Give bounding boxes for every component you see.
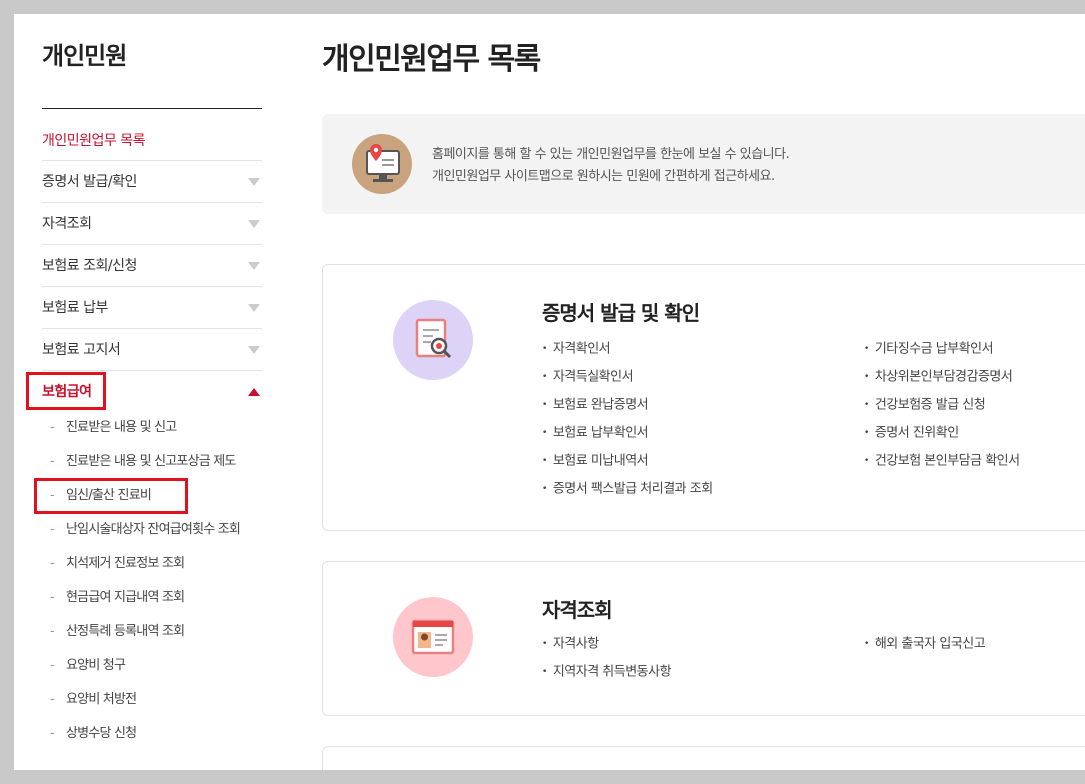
- submenu-item[interactable]: 상병수당 신청: [42, 719, 262, 753]
- link-item[interactable]: 건강보험증 발급 신청: [864, 391, 1020, 419]
- submenu-item[interactable]: 난임시술대상자 잔여급여횟수 조회: [42, 515, 262, 549]
- submenu-item[interactable]: 치석제거 진료정보 조회: [42, 549, 262, 583]
- highlight-box-pregnancy: [34, 478, 188, 514]
- link-item[interactable]: 자격확인서: [542, 335, 713, 363]
- submenu-item[interactable]: 요양비 처방전: [42, 685, 262, 719]
- link-item[interactable]: 자격득실확인서: [542, 363, 713, 391]
- sidebar-item-premium-payment[interactable]: 보험료 납부: [42, 287, 262, 329]
- sidebar-item-list[interactable]: 개인민원업무 목록: [42, 109, 262, 161]
- page: 개인민원 개인민원업무 목록 증명서 발급/확인 자격조회 보험료 조회/신청 …: [14, 14, 1085, 770]
- highlight-box-benefits: [26, 372, 106, 410]
- card-title: 자격조회: [542, 598, 613, 622]
- chevron-up-icon: [248, 388, 260, 396]
- chevron-down-icon: [248, 346, 260, 354]
- main-content: 개인민원업무 목록 홈페이지를 통해 할 수 있는 개인민원업무를 한눈에 보실…: [322, 14, 1085, 770]
- link-item[interactable]: 기타징수금 납부확인서: [864, 335, 1020, 363]
- card-certificates: 증명서 발급 및 확인 자격확인서 자격득실확인서 보험료 완납증명서 보험료 …: [322, 264, 1085, 531]
- link-item[interactable]: 보험료 미납내역서: [542, 447, 713, 475]
- benefits-submenu: 진료받은 내용 및 신고 진료받은 내용 및 신고포상금 제도 임신/출산 진료…: [42, 413, 262, 753]
- link-item[interactable]: 증명서 진위확인: [864, 419, 1020, 447]
- chevron-down-icon: [248, 220, 260, 228]
- link-item[interactable]: 보험료 납부확인서: [542, 419, 713, 447]
- sidebar-item-label: 자격조회: [42, 216, 92, 232]
- link-item[interactable]: 보험료 완납증명서: [542, 391, 713, 419]
- sidebar-item-qualification[interactable]: 자격조회: [42, 203, 262, 245]
- link-item[interactable]: 지역자격 취득변동사항: [542, 658, 672, 686]
- document-search-icon: [393, 300, 473, 380]
- card-title: 증명서 발급 및 확인: [542, 301, 700, 325]
- submenu-item[interactable]: 산정특례 등록내역 조회: [42, 617, 262, 651]
- submenu-item[interactable]: 진료받은 내용 및 신고포상금 제도: [42, 447, 262, 481]
- link-list-right: 해외 출국자 입국신고: [864, 630, 986, 658]
- submenu-item[interactable]: 요양비 청구: [42, 651, 262, 685]
- link-list-right: 기타징수금 납부확인서 차상위본인부담경감증명서 건강보험증 발급 신청 증명서…: [864, 335, 1020, 475]
- card-next: [322, 746, 1085, 770]
- id-card-icon: [393, 597, 473, 677]
- info-text: 홈페이지를 통해 할 수 있는 개인민원업무를 한눈에 보실 수 있습니다. 개…: [432, 144, 790, 188]
- link-item[interactable]: 건강보험 본인부담금 확인서: [864, 447, 1020, 475]
- info-line-1: 홈페이지를 통해 할 수 있는 개인민원업무를 한눈에 보실 수 있습니다.: [432, 147, 790, 162]
- sidebar-item-label: 보험료 조회/신청: [42, 258, 137, 274]
- submenu-item[interactable]: 현금급여 지급내역 조회: [42, 583, 262, 617]
- sidebar-item-premium-notice[interactable]: 보험료 고지서: [42, 329, 262, 371]
- sidebar-title: 개인민원: [42, 42, 127, 70]
- monitor-location-icon: [352, 134, 412, 194]
- link-item[interactable]: 해외 출국자 입국신고: [864, 630, 986, 658]
- page-title: 개인민원업무 목록: [322, 42, 541, 77]
- chevron-down-icon: [248, 262, 260, 270]
- card-qualification: 자격조회 자격사항 지역자격 취득변동사항 해외 출국자 입국신고: [322, 561, 1085, 716]
- sidebar-item-premium-inquiry[interactable]: 보험료 조회/신청: [42, 245, 262, 287]
- sidebar-item-label: 보험료 고지서: [42, 342, 121, 358]
- info-banner: 홈페이지를 통해 할 수 있는 개인민원업무를 한눈에 보실 수 있습니다. 개…: [322, 114, 1085, 214]
- submenu-item[interactable]: 진료받은 내용 및 신고: [42, 413, 262, 447]
- sidebar-item-certificate[interactable]: 증명서 발급/확인: [42, 161, 262, 203]
- chevron-down-icon: [248, 304, 260, 312]
- link-list-left: 자격사항 지역자격 취득변동사항: [542, 630, 672, 686]
- link-list-left: 자격확인서 자격득실확인서 보험료 완납증명서 보험료 납부확인서 보험료 미납…: [542, 335, 713, 503]
- link-item[interactable]: 자격사항: [542, 630, 671, 658]
- chevron-down-icon: [248, 178, 260, 186]
- sidebar-item-label: 증명서 발급/확인: [42, 174, 137, 190]
- info-line-2: 개인민원업무 사이트맵으로 원하시는 민원에 간편하게 접근하세요.: [432, 169, 775, 184]
- sidebar-item-label: 보험료 납부: [42, 300, 108, 316]
- link-item[interactable]: 증명서 팩스발급 처리결과 조회: [542, 475, 713, 503]
- link-item[interactable]: 차상위본인부담경감증명서: [864, 363, 1020, 391]
